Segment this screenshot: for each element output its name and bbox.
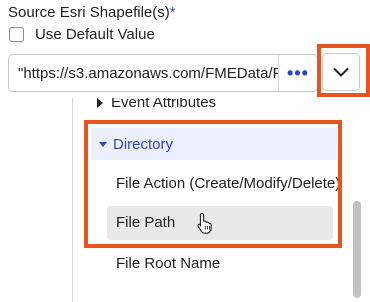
source-url-value[interactable]: "https://s3.amazonaws.com/FMEData/F	[9, 65, 278, 82]
more-options-button[interactable]: •••	[278, 55, 317, 91]
menu-item-label: File Root Name	[116, 255, 221, 272]
required-marker: *	[169, 4, 176, 21]
use-default-checkbox[interactable]	[9, 27, 24, 42]
use-default-label: Use Default Value	[35, 26, 155, 43]
use-default-row[interactable]: Use Default Value	[9, 26, 155, 43]
scrollbar-thumb[interactable]	[353, 201, 361, 298]
field-label-text: Source Esri Shapefile(s)	[8, 4, 170, 21]
menu-item-event-attributes[interactable]: Event Attributes	[97, 98, 216, 111]
dropdown-highlight-box	[317, 44, 370, 97]
field-label: Source Esri Shapefile(s)*	[8, 4, 176, 21]
menu-item-label: Event Attributes	[111, 98, 217, 111]
directory-highlight-box	[84, 120, 342, 248]
caret-right-icon	[97, 98, 103, 108]
ellipsis-icon: •••	[287, 62, 309, 83]
source-url-input[interactable]: "https://s3.amazonaws.com/FMEData/F •••	[8, 54, 318, 92]
menu-item-file-root-name[interactable]: File Root Name	[116, 255, 220, 272]
